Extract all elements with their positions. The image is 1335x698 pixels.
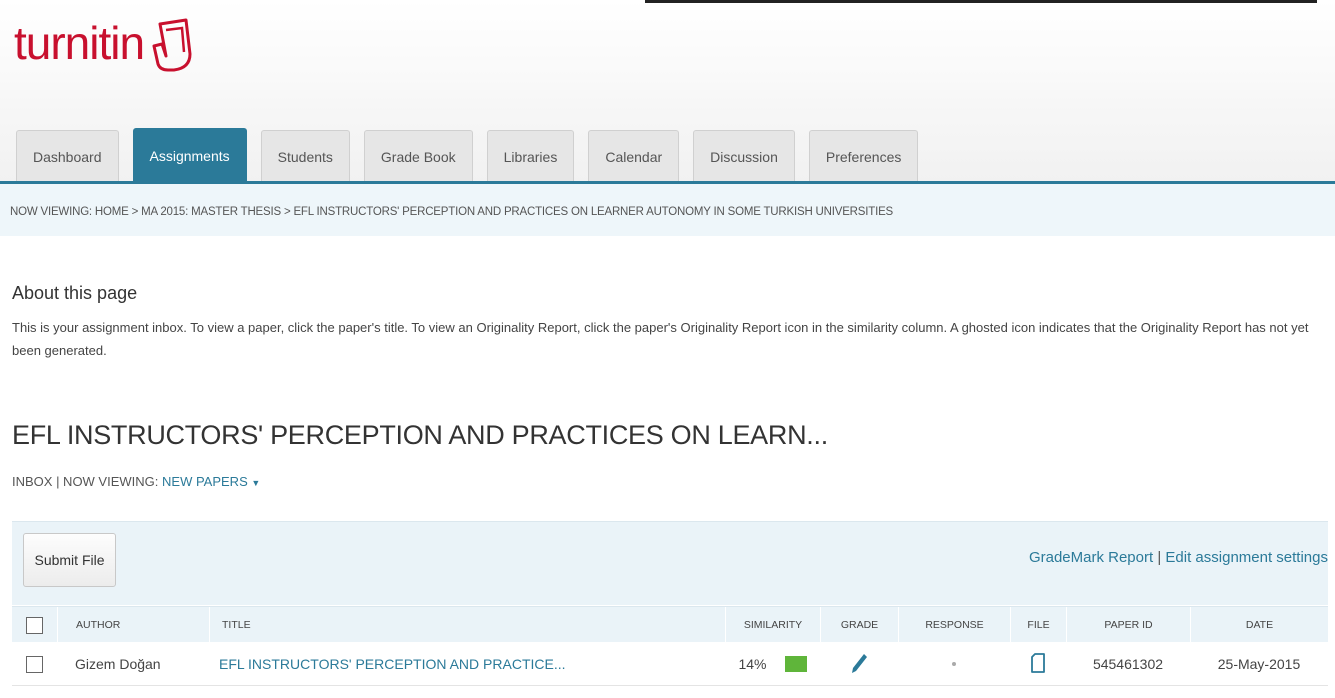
tab-label: Libraries [503, 148, 558, 165]
logo-hand-icon [146, 16, 198, 79]
inbox-prefix: INBOX | NOW VIEWING: [12, 474, 159, 489]
tab-label: Students [277, 148, 333, 165]
pencil-icon[interactable] [850, 652, 868, 677]
tab-label: Preferences [825, 148, 902, 165]
header-file[interactable]: FILE [1010, 607, 1066, 643]
main-nav-tabs: Dashboard Assignments Students Grade Boo… [16, 128, 932, 182]
tab-label: Grade Book [380, 148, 456, 165]
response-cell [898, 642, 1010, 686]
header-date[interactable]: DATE [1190, 607, 1328, 643]
inbox-filter-line: INBOX | NOW VIEWING: NEW PAPERS ▼ [12, 474, 260, 489]
top-bar-edge [645, 0, 1317, 3]
page-title: EFL INSTRUCTORS' PERCEPTION AND PRACTICE… [12, 420, 828, 450]
table-header: AUTHOR TITLE SIMILARITY GRADE RESPONSE F… [12, 606, 1328, 643]
author-cell: Gizem Doğan [75, 656, 161, 672]
submit-file-button[interactable]: Submit File [23, 533, 116, 587]
row-select-cell [12, 642, 57, 686]
about-description: This is your assignment inbox. To view a… [12, 320, 1309, 358]
row-checkbox[interactable] [26, 655, 43, 673]
tab-students[interactable]: Students [260, 130, 350, 182]
file-cell [1010, 642, 1066, 686]
paper-id-cell: 545461302 [1092, 656, 1164, 672]
link-separator: | [1157, 549, 1162, 566]
tab-label: Discussion [710, 148, 778, 165]
document-icon[interactable] [1031, 652, 1045, 676]
similarity-cell: 14% [725, 642, 820, 686]
table-row: Gizem Doğan EFL INSTRUCTORS' PERCEPTION … [12, 642, 1328, 686]
select-all-checkbox[interactable] [26, 616, 43, 634]
chevron-down-icon: ▼ [251, 478, 261, 488]
header-author[interactable]: AUTHOR [57, 607, 209, 643]
tab-label: Dashboard [33, 148, 102, 165]
top-header: turnitin Dashboard Assignments Students … [0, 0, 1335, 184]
header-title[interactable]: TITLE [209, 607, 725, 643]
about-heading: About this page [12, 283, 138, 303]
filter-label: NEW PAPERS [162, 474, 248, 489]
header-paper-id[interactable]: PAPER ID [1066, 607, 1190, 643]
originality-report-icon[interactable] [784, 656, 807, 672]
header-similarity[interactable]: SIMILARITY [725, 607, 820, 643]
dot-icon [952, 662, 956, 666]
tab-grade-book[interactable]: Grade Book [363, 130, 473, 182]
header-grade[interactable]: GRADE [820, 607, 898, 643]
turnitin-logo[interactable]: turnitin [14, 14, 198, 79]
header-response[interactable]: RESPONSE [898, 607, 1010, 643]
tab-libraries[interactable]: Libraries [486, 130, 575, 182]
tab-assignments[interactable]: Assignments [132, 128, 247, 182]
inbox-toolbar: Submit File GradeMark Report | Edit assi… [12, 521, 1328, 605]
paper-title-link[interactable]: EFL INSTRUCTORS' PERCEPTION AND PRACTICE… [219, 656, 566, 672]
tab-dashboard[interactable]: Dashboard [16, 130, 119, 182]
similarity-score[interactable]: 14% [738, 656, 766, 672]
grade-cell [820, 642, 898, 686]
date-cell: 25-May-2015 [1217, 656, 1301, 672]
tab-label: Calendar [605, 148, 663, 165]
tab-discussion[interactable]: Discussion [693, 130, 795, 182]
header-select-cell [12, 607, 57, 643]
tab-preferences[interactable]: Preferences [808, 130, 919, 182]
tab-label: Assignments [149, 147, 230, 164]
breadcrumb[interactable]: NOW VIEWING: HOME > MA 2015: MASTER THES… [10, 206, 893, 218]
grademark-report-link[interactable]: GradeMark Report [1029, 549, 1153, 566]
edit-assignment-settings-link[interactable]: Edit assignment settings [1165, 549, 1328, 566]
filter-dropdown[interactable]: NEW PAPERS ▼ [162, 474, 260, 489]
title-cell: EFL INSTRUCTORS' PERCEPTION AND PRACTICE… [209, 642, 725, 686]
tab-calendar[interactable]: Calendar [588, 130, 680, 182]
logo-wordmark: turnitin [14, 17, 145, 69]
toolbar-links: GradeMark Report | Edit assignment setti… [1029, 549, 1328, 566]
